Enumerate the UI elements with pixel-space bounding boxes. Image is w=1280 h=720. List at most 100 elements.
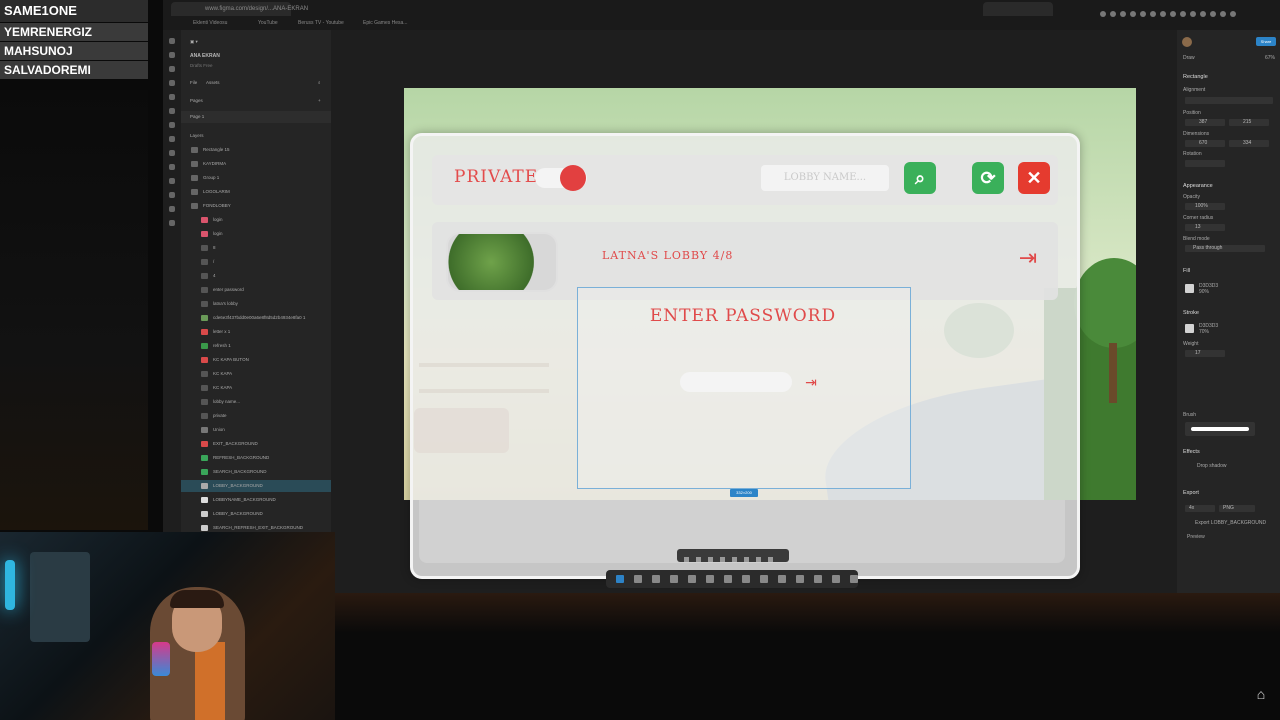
share-button[interactable]: Share: [1256, 37, 1276, 46]
preview-toggle[interactable]: Preview: [1187, 534, 1205, 540]
fill-percent[interactable]: 90%: [1199, 289, 1209, 295]
bookmark-item[interactable]: YouTube: [258, 20, 278, 26]
layer-item[interactable]: KC KAPA: [181, 368, 331, 380]
fill-label: Fill: [1183, 268, 1191, 274]
layer-name: LOBBY_BACKGROUND: [213, 511, 263, 516]
export-format[interactable]: PNG: [1219, 505, 1255, 512]
tab-assets[interactable]: Assets: [206, 77, 220, 89]
layer-type-icon: [201, 231, 208, 237]
x-field[interactable]: 387: [1185, 119, 1225, 126]
page-item[interactable]: Page 1: [181, 111, 331, 123]
browser-side-icons[interactable]: [163, 30, 181, 590]
layer-item[interactable]: Group 1: [181, 172, 331, 184]
avatar[interactable]: [1182, 37, 1192, 47]
layer-type-icon: [201, 469, 208, 475]
layer-type-icon: [201, 483, 208, 489]
layer-type-icon: [201, 399, 208, 405]
width-field[interactable]: 670: [1185, 140, 1225, 147]
layer-item[interactable]: latna's lobby: [181, 298, 331, 310]
layer-item[interactable]: KC KAPA: [181, 382, 331, 394]
design-tab[interactable]: Draw: [1183, 55, 1195, 61]
layer-item[interactable]: REFRESH_BACKGROUND: [181, 452, 331, 464]
layer-name: letter x 1: [213, 329, 231, 334]
refresh-button[interactable]: ⟳: [972, 162, 1004, 194]
export-scale[interactable]: 4x: [1185, 505, 1215, 512]
close-button[interactable]: ✕: [1018, 162, 1050, 194]
layer-name: /: [213, 259, 215, 264]
layer-item[interactable]: KC KAPA BUTON: [181, 354, 331, 366]
stroke-swatch[interactable]: [1185, 324, 1194, 333]
fill-swatch[interactable]: [1185, 284, 1194, 293]
layer-item[interactable]: LOBBYNAME_BACKGROUND: [181, 494, 331, 506]
layer-name: REFRESH_BACKGROUND: [213, 455, 270, 460]
weight-field[interactable]: 17: [1185, 350, 1225, 357]
password-input[interactable]: [680, 372, 792, 392]
layer-item[interactable]: /: [181, 256, 331, 268]
layers-header: Layers: [190, 133, 204, 138]
bookmark-item[interactable]: Beruss TV - Youtube: [298, 20, 344, 26]
figma-properties-panel: Draw 67% Rectangle Alignment Position 38…: [1177, 30, 1280, 593]
layer-item[interactable]: lobby name...: [181, 396, 331, 408]
password-join-icon[interactable]: ⇥: [802, 372, 820, 392]
selection-toolbar[interactable]: [677, 549, 789, 562]
layer-item[interactable]: 8: [181, 242, 331, 254]
opacity-field[interactable]: 100%: [1185, 203, 1225, 210]
brush-preview[interactable]: [1185, 422, 1255, 436]
refresh-icon: ⟳: [980, 168, 996, 188]
layer-item[interactable]: login: [181, 228, 331, 240]
lobby-name-input[interactable]: LOBBY NAME...: [761, 165, 889, 191]
layer-item[interactable]: refresh 1: [181, 340, 331, 352]
layer-item[interactable]: private: [181, 410, 331, 422]
layer-item[interactable]: Rectangle 15: [181, 144, 331, 156]
layer-type-icon: [201, 525, 208, 531]
zoom-level[interactable]: 67%: [1265, 55, 1275, 61]
search-icon[interactable]: ⌕: [318, 77, 321, 89]
export-button[interactable]: Export LOBBY_BACKGROUND: [1195, 520, 1266, 526]
alignment-buttons[interactable]: [1185, 97, 1273, 104]
layer-item[interactable]: FONDLOBBY: [181, 200, 331, 212]
y-field[interactable]: 215: [1229, 119, 1269, 126]
layer-name: EXIT_BACKGROUND: [213, 441, 258, 446]
alignment-label: Alignment: [1183, 87, 1206, 93]
close-icon: ✕: [1026, 168, 1042, 188]
figma-menu-icon[interactable]: ▣ ▾: [181, 36, 331, 48]
layer-item[interactable]: login: [181, 214, 331, 226]
effect-drop-shadow[interactable]: Drop shadow: [1197, 463, 1226, 469]
pages-header: Pages +: [181, 95, 331, 107]
layer-item[interactable]: SEARCH_BACKGROUND: [181, 466, 331, 478]
layer-item[interactable]: 4: [181, 270, 331, 282]
layer-item[interactable]: letter x 1: [181, 326, 331, 338]
layer-name: Rectangle 15: [203, 147, 230, 152]
layer-item[interactable]: cde6e3f437bdd0e00a6e8f8d5d2b4934e8fa0 1: [181, 312, 331, 324]
layer-item[interactable]: Union: [181, 424, 331, 436]
layer-name: login: [213, 217, 223, 222]
brush-label: Brush: [1183, 412, 1197, 418]
join-door-icon[interactable]: ⇥: [1012, 242, 1044, 274]
layer-item[interactable]: enter password: [181, 284, 331, 296]
url-bar[interactable]: www.figma.com/design/...ANA-EKRAN: [205, 3, 1105, 15]
height-field[interactable]: 334: [1229, 140, 1269, 147]
bookmark-item[interactable]: Eklenti Videosu: [193, 20, 227, 26]
layer-item[interactable]: LOBBY_BACKGROUND: [181, 508, 331, 520]
rotation-field[interactable]: [1185, 160, 1225, 167]
tab-file[interactable]: File: [190, 77, 197, 89]
browser-extension-icons[interactable]: [1100, 4, 1280, 17]
search-icon: ⌕: [914, 168, 926, 188]
bookmark-item[interactable]: Epic Games Hesa...: [363, 20, 407, 26]
blend-select[interactable]: Pass through: [1185, 245, 1265, 252]
selection-size-tag: 332×200: [730, 489, 758, 497]
private-toggle-knob[interactable]: [560, 165, 586, 191]
corner-field[interactable]: 13: [1185, 224, 1225, 231]
layer-type-icon: [201, 217, 208, 223]
search-button[interactable]: ⌕: [904, 162, 936, 194]
layer-item[interactable]: KAYDIRMA: [181, 158, 331, 170]
layer-type-icon: [201, 497, 208, 503]
layer-item[interactable]: EXIT_BACKGROUND: [181, 438, 331, 450]
opacity-label: Opacity: [1183, 194, 1200, 200]
layer-item[interactable]: LOBBY_BACKGROUND: [181, 480, 331, 492]
layer-item[interactable]: LOGOLARIM: [181, 186, 331, 198]
stroke-percent[interactable]: 70%: [1199, 329, 1209, 335]
layer-name: cde6e3f437bdd0e00a6e8f8d5d2b4934e8fa0 1: [213, 315, 306, 320]
figma-main-toolbar[interactable]: [606, 570, 858, 588]
add-page-icon[interactable]: +: [318, 95, 321, 107]
